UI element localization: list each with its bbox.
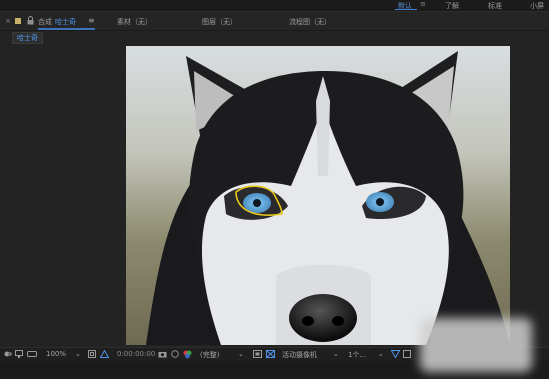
active-camera-dropdown[interactable]: 活动摄像机 [282,350,317,360]
redaction-blur [420,318,532,372]
workspace-menu-icon[interactable]: ≡ [420,0,426,8]
camera-chevron-icon[interactable]: ⌄ [333,350,339,358]
monitor-icon[interactable] [15,350,23,358]
workspace-standard[interactable]: 标准 [488,1,502,11]
pixel-aspect-icon[interactable] [390,350,401,359]
color-channels-icon[interactable] [183,350,192,359]
composition-breadcrumb[interactable]: 哈士奇 [12,32,43,44]
composition-tab-prefix: 合成 [38,18,52,26]
tab-flowchart[interactable]: 流程图（无） [289,17,331,27]
composition-panel-header: × 合成 哈士奇 ≡ 素材（无） 图层（无） 流程图（无） [0,12,549,31]
safe-area-icon[interactable] [88,350,96,358]
mask-visibility-icon[interactable] [99,349,110,358]
workspace-learn[interactable]: 了解 [445,1,459,11]
camera-snapshot-icon[interactable] [158,350,167,358]
composition-tab[interactable]: 合成 哈士奇 [38,17,76,27]
current-time[interactable]: 0:00:00:00 [117,350,155,358]
panel-menu-icon[interactable]: ≡ [88,16,95,25]
region-of-interest-icon[interactable] [253,350,262,358]
lock-icon[interactable] [27,16,34,25]
zoom-dropdown[interactable]: 100% [46,350,66,358]
workspace-bar: 默认 ≡ 了解 标准 小屏 [0,0,549,12]
view-layout-dropdown[interactable]: 1个... [348,350,366,360]
husky-image [126,46,510,345]
composition-viewer[interactable] [0,44,549,347]
composition-name: 哈士奇 [55,18,76,26]
resolution-dropdown[interactable]: (完整) [200,350,219,360]
view-layout-chevron-icon[interactable]: ⌄ [378,350,384,358]
active-tab-indicator [38,28,95,30]
tab-layer[interactable]: 图层（无） [202,17,237,27]
vr-glasses-icon[interactable] [27,350,37,358]
workspace-small-screen[interactable]: 小屏 [530,1,544,11]
fast-preview-icon[interactable] [403,350,411,358]
always-preview-icon[interactable] [4,350,12,358]
close-panel-icon[interactable]: × [5,17,11,25]
transparency-grid-icon[interactable] [266,350,275,358]
workspace-active-indicator [395,9,417,10]
resolution-chevron-icon[interactable]: ⌄ [238,350,244,358]
composition-navigator: 哈士奇 [0,31,549,44]
tab-footage[interactable]: 素材（无） [117,17,152,27]
show-snapshot-icon[interactable] [171,350,179,358]
zoom-dropdown-chevron-icon[interactable]: ⌄ [75,350,81,358]
label-color-swatch[interactable] [15,18,21,24]
